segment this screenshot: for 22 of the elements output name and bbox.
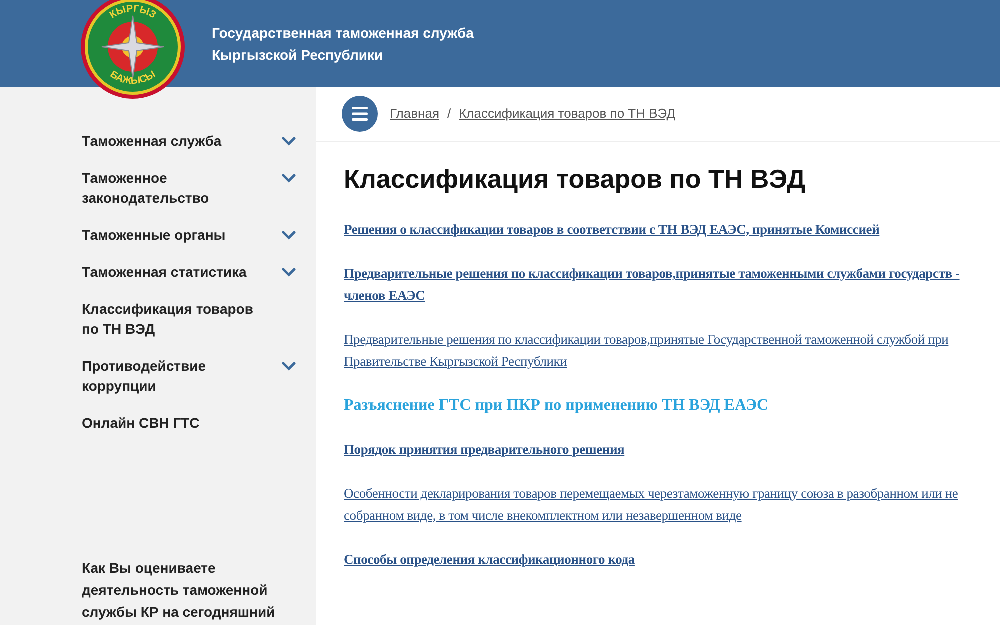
site-title: Государственная таможенная служба (212, 24, 474, 43)
sidebar-item[interactable]: Таможенные органы (82, 225, 296, 245)
menu-icon (352, 107, 368, 121)
document-link[interactable]: Предварительные решения по классификации товаров,принятые таможенными службами государств - членов ЕАЭС (344, 263, 984, 307)
sidebar-item[interactable]: Противодействие коррупции (82, 356, 296, 396)
document-link[interactable]: Порядок принятия предварительного решения (344, 439, 984, 461)
document-link[interactable]: Способы определения классификационного кода (344, 549, 984, 571)
document-link[interactable]: Решения о классификации товаров в соответствии с ТН ВЭД ЕАЭС, принятые Комиссией (344, 219, 984, 241)
document-link[interactable]: Предварительные решения по классификации товаров,принятые Государственной таможенной службой при Правительстве Кыргызской Республики (344, 329, 984, 373)
poll-question: Как Вы оцениваете деятельность таможенной службы КР на сегодняшний (82, 559, 276, 622)
sidebar-item[interactable]: Таможенное законодательство (82, 168, 296, 208)
sidebar-item[interactable]: Таможенная статистика (82, 262, 296, 282)
menu-button[interactable] (342, 96, 378, 132)
sidebar-item[interactable]: Онлайн СВН ГТС (82, 413, 296, 433)
document-link[interactable]: Особенности декларирования товаров перемещаемых черезтаможенную границу союза в разобранном или не собранном виде, в том числе внекомплектном или незавершенном виде (344, 483, 984, 527)
breadcrumb-link[interactable]: Классификация товаров по ТН ВЭД (459, 104, 676, 124)
breadcrumb-separator: / (447, 105, 452, 124)
sidebar-item[interactable]: Классификация товаров по ТН ВЭД (82, 299, 296, 339)
sidebar-item[interactable]: Таможенная служба (82, 131, 296, 151)
site-title: Кыргызской Республики (212, 46, 384, 65)
page-title: Классификация товаров по ТН ВЭД (344, 163, 806, 196)
breadcrumb-link[interactable]: Главная (390, 104, 440, 124)
